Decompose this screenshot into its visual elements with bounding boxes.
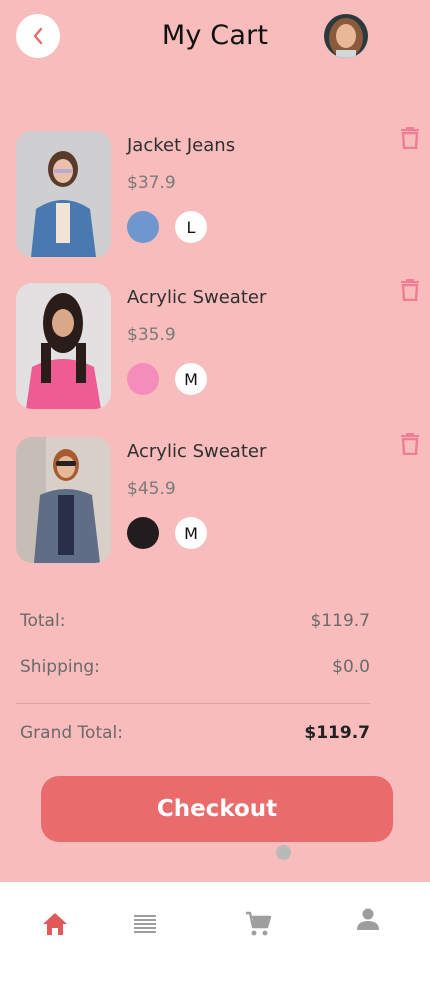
product-image: [16, 131, 111, 257]
color-swatch[interactable]: [127, 363, 159, 395]
grand-total-row: Grand Total: $119.7: [20, 723, 370, 743]
cart-item[interactable]: Acrylic Sweater $35.9 M: [0, 279, 430, 409]
grand-total-value: $119.7: [304, 723, 370, 743]
trash-icon[interactable]: [400, 431, 420, 455]
trash-icon[interactable]: [400, 125, 420, 149]
color-swatch[interactable]: [127, 517, 159, 549]
product-image: [16, 437, 111, 563]
item-name: Acrylic Sweater: [127, 287, 267, 308]
page-indicator-dot: [276, 845, 291, 860]
divider: [16, 703, 370, 704]
shipping-label: Shipping:: [20, 657, 100, 677]
item-price: $35.9: [127, 325, 176, 345]
home-icon[interactable]: [40, 908, 70, 938]
shipping-row: Shipping: $0.0: [20, 657, 370, 677]
item-name: Acrylic Sweater: [127, 441, 267, 462]
trash-icon[interactable]: [400, 277, 420, 301]
product-image: [16, 283, 111, 409]
size-chip[interactable]: L: [175, 211, 207, 243]
total-value: $119.7: [310, 611, 370, 631]
checkout-button[interactable]: Checkout: [41, 776, 393, 842]
list-icon[interactable]: [130, 908, 160, 938]
item-price: $37.9: [127, 173, 176, 193]
size-chip[interactable]: M: [175, 363, 207, 395]
cart-icon[interactable]: [243, 908, 273, 938]
cart-item[interactable]: Acrylic Sweater $45.9 M: [0, 433, 430, 563]
item-price: $45.9: [127, 479, 176, 499]
bottom-nav: [0, 882, 430, 982]
grand-total-label: Grand Total:: [20, 723, 123, 743]
cart-item[interactable]: Jacket Jeans $37.9 L: [0, 127, 430, 257]
user-avatar: [324, 14, 368, 58]
item-name: Jacket Jeans: [127, 135, 236, 156]
total-row: Total: $119.7: [20, 611, 370, 631]
shipping-value: $0.0: [332, 657, 370, 677]
size-chip[interactable]: M: [175, 517, 207, 549]
total-label: Total:: [20, 611, 66, 631]
color-swatch[interactable]: [127, 211, 159, 243]
person-icon[interactable]: [353, 904, 383, 934]
cart-screen: My Cart Jacket Jeans $37.9 L Acrylic Swe…: [0, 0, 430, 882]
avatar[interactable]: [324, 14, 368, 58]
